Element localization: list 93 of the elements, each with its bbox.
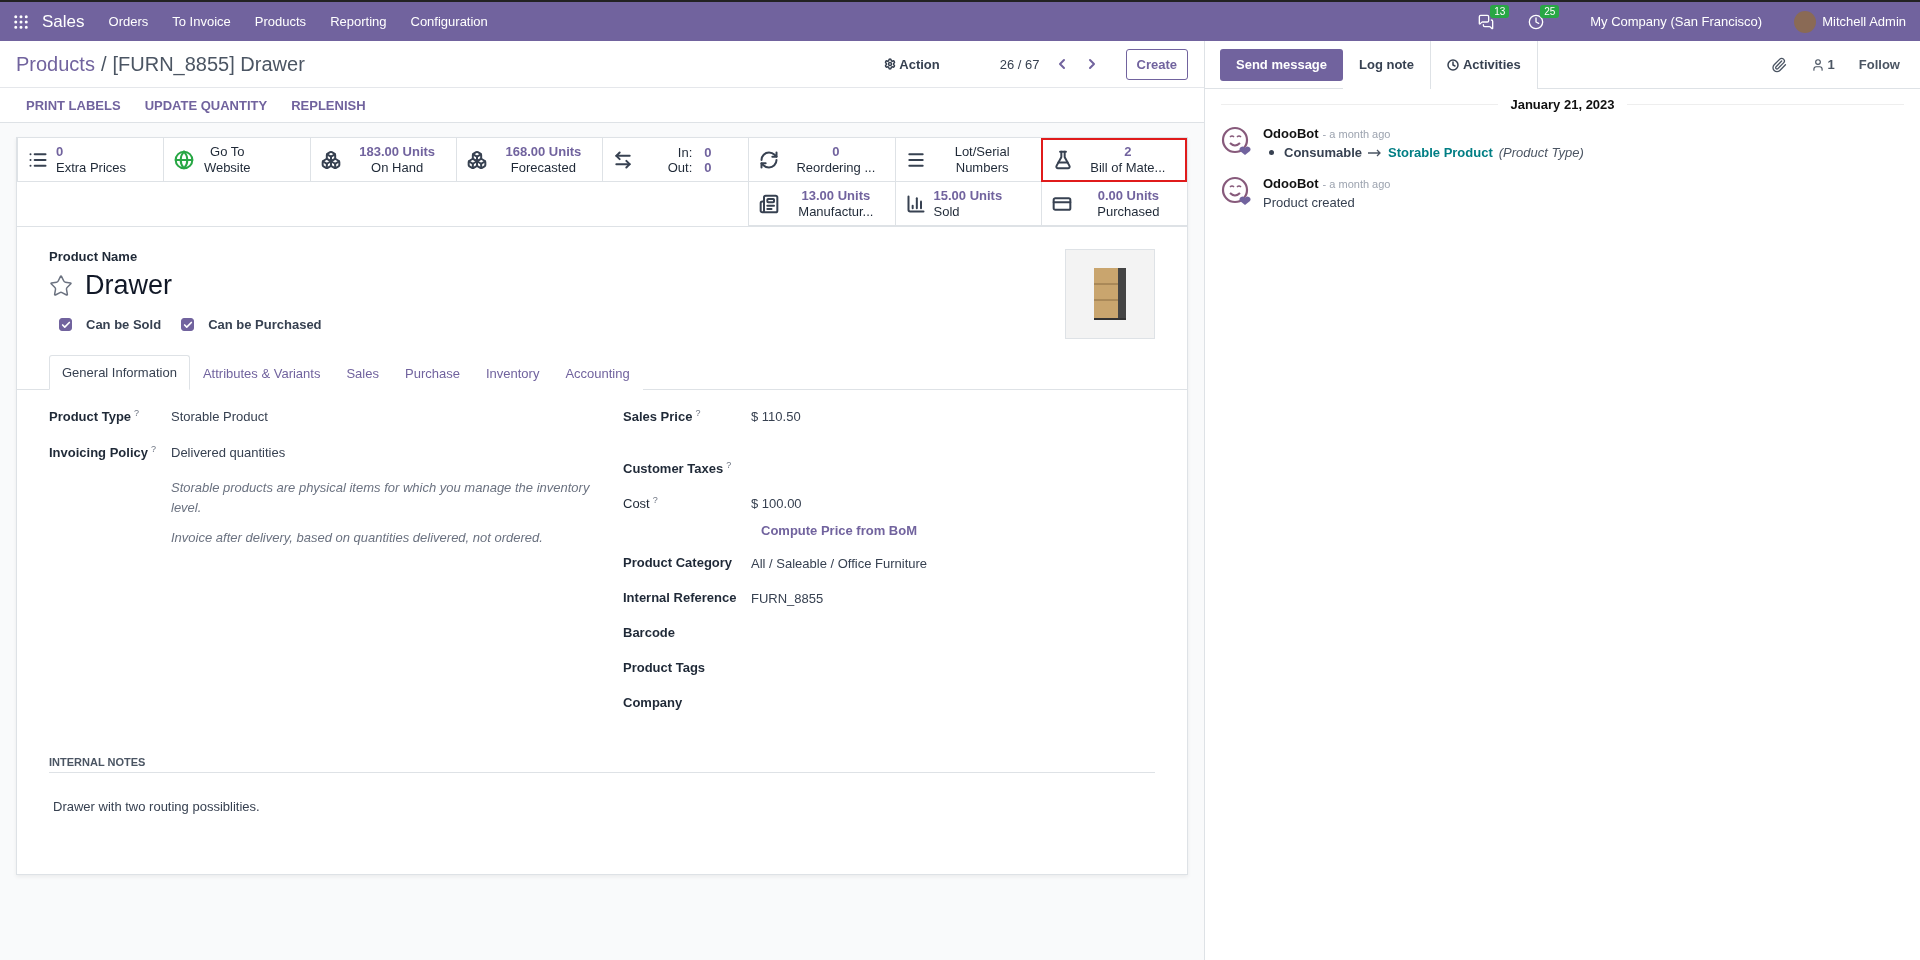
count-badge: 13: [1490, 4, 1510, 18]
help-text: Storable products are physical items for which you manage the inventory level.: [171, 479, 591, 518]
field-value[interactable]: All / Saleable / Office Furniture: [751, 553, 1155, 571]
bar-chart-icon: [905, 193, 926, 214]
gear-icon: [884, 58, 897, 70]
menu-item[interactable]: Orders: [96, 14, 161, 29]
field-label: Invoicing Policy $^{?}$: [49, 443, 157, 461]
person-icon: [1810, 57, 1825, 72]
smart-button[interactable]: 0 Extra Prices: [17, 138, 164, 182]
checkbox[interactable]: [181, 318, 195, 331]
smart-button[interactable]: Go To Website: [163, 138, 310, 182]
message-author: OdooBot: [1263, 126, 1319, 141]
followers-button[interactable]: 1: [1810, 57, 1835, 72]
smart-button[interactable]: 0.00 Units Purchased: [1040, 182, 1187, 226]
message-time: - a month ago: [1322, 178, 1391, 190]
checkbox-label: Can be Purchased: [208, 317, 322, 332]
help-text: Invoice after delivery, based on quantities delivered, not ordered.: [171, 529, 544, 548]
field-label: Cost $^{?}$: [623, 494, 659, 512]
create-button[interactable]: Create: [1125, 48, 1188, 80]
field-value[interactable]: $ 100.00: [751, 493, 1155, 511]
old-value: Consumable: [1284, 145, 1362, 160]
user-avatar: [1794, 10, 1817, 33]
bullet-icon: [1269, 150, 1274, 155]
action-button[interactable]: Action: [878, 55, 946, 73]
chatter-button[interactable]: Activities: [1430, 40, 1538, 89]
checkbox[interactable]: [59, 318, 72, 331]
bot-avatar-icon: [1221, 126, 1251, 156]
smart-button[interactable]: 168.00 Units Forecasted: [455, 138, 602, 182]
document-icon: [759, 193, 780, 214]
form-tab[interactable]: General Information: [49, 355, 190, 390]
activities-icon[interactable]: [1528, 13, 1545, 30]
smart-button[interactable]: In: 0 Out: 0: [602, 138, 749, 182]
menu-item[interactable]: To Invoice: [160, 14, 243, 29]
date-separator: January 21, 2023: [1510, 97, 1615, 112]
field-label: Product Category: [623, 554, 734, 570]
smart-button[interactable]: 2 Bill of Mate...: [1040, 138, 1187, 182]
flask-icon: [1052, 150, 1073, 170]
header-button[interactable]: PRINT LABELS: [14, 97, 133, 113]
field-label: Customer Taxes $^{?}$: [623, 459, 733, 477]
user-menu[interactable]: Mitchell Admin: [1822, 14, 1906, 29]
tracked-field: (Product Type): [1498, 145, 1584, 160]
header-button[interactable]: UPDATE QUANTITY: [132, 97, 280, 113]
pager-value: 26 / 67: [999, 56, 1040, 72]
message-author: OdooBot: [1263, 176, 1319, 191]
compute-price-button[interactable]: Compute Price from BoM: [761, 523, 1155, 538]
header-button[interactable]: REPLENISH: [279, 97, 378, 113]
chatter-button[interactable]: Send message: [1220, 48, 1344, 81]
paperclip-icon[interactable]: [1770, 56, 1787, 73]
smart-button[interactable]: Lot/Serial Numbers: [894, 138, 1041, 182]
breadcrumb-separator: /: [100, 52, 107, 76]
field-value[interactable]: $ 110.50: [751, 406, 1155, 424]
field-label: Product Tags: [623, 659, 707, 675]
field-label: Sales Price $^{?}$: [623, 407, 702, 425]
notes-text[interactable]: Drawer with two routing possiblities.: [49, 773, 1155, 874]
refresh-icon: [759, 149, 780, 170]
menu-item[interactable]: Reporting: [318, 14, 399, 29]
field-label: Internal Reference: [623, 589, 738, 605]
field-label: Product Name: [49, 249, 139, 264]
message-time: - a month ago: [1322, 128, 1391, 140]
smart-button[interactable]: 0 Reordering ...: [748, 138, 895, 182]
field-label: Product Type $^{?}$: [49, 407, 141, 425]
field-label: Barcode: [623, 624, 677, 640]
field-value[interactable]: FURN_8855: [751, 588, 1155, 606]
product-name: Drawer: [85, 270, 172, 301]
menu-item[interactable]: Products: [242, 14, 319, 29]
bot-avatar-icon: [1221, 176, 1251, 206]
record-title: [FURN_8855] Drawer: [112, 52, 305, 76]
smart-button[interactable]: 183.00 Units On Hand: [309, 138, 456, 182]
follow-button[interactable]: Follow: [1858, 57, 1900, 72]
section-title: INTERNAL NOTES: [49, 756, 1155, 773]
cubes-icon: [320, 149, 341, 170]
clock-icon: [1446, 58, 1459, 71]
chatter-button[interactable]: Log note: [1343, 40, 1431, 89]
menu-item[interactable]: Configuration: [398, 14, 500, 29]
arrows-icon: [613, 149, 633, 170]
checkbox-label: Can be Sold: [86, 317, 162, 332]
star-icon[interactable]: [49, 273, 73, 298]
smart-button[interactable]: 15.00 Units Sold: [894, 182, 1041, 226]
smart-button[interactable]: 13.00 Units Manufactur...: [748, 182, 895, 226]
arrow-icon: [1368, 148, 1382, 157]
company-switcher[interactable]: My Company (San Francisco): [1578, 14, 1775, 29]
new-value: Storable Product: [1388, 145, 1493, 160]
field-value[interactable]: Delivered quantities: [171, 442, 623, 460]
apps-menu-icon[interactable]: [12, 12, 30, 31]
message-body: Product created: [1263, 195, 1356, 210]
app-name[interactable]: Sales: [30, 11, 97, 32]
globe-icon: [174, 149, 195, 170]
field-label: Company: [623, 694, 684, 710]
count-badge: 25: [1540, 4, 1560, 18]
messages-icon[interactable]: [1478, 13, 1495, 30]
cubes-icon: [466, 149, 487, 170]
field-value[interactable]: Storable Product: [171, 406, 623, 424]
breadcrumb-link[interactable]: Products: [16, 52, 95, 76]
